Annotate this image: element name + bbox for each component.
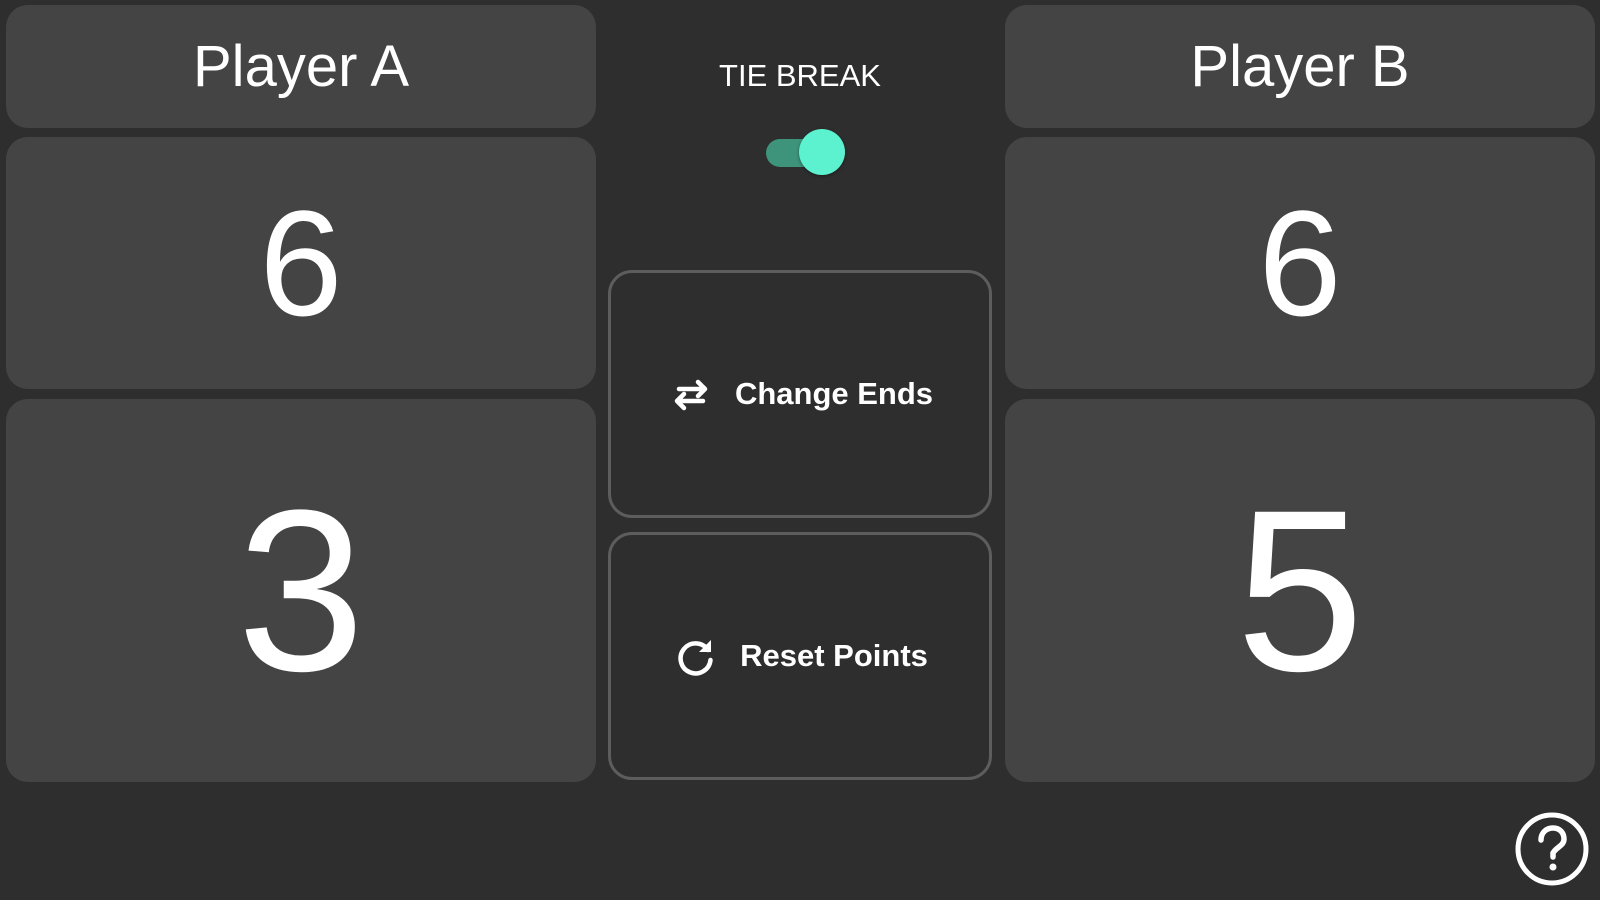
player-a-points-button[interactable]: 3 — [6, 399, 596, 782]
player-a-games: 6 — [259, 178, 343, 347]
help-icon — [1515, 812, 1589, 886]
change-ends-label: Change Ends — [734, 376, 934, 411]
tie-break-toggle[interactable] — [764, 128, 846, 176]
tie-break-label: TIE BREAK — [719, 58, 881, 93]
player-a-name-button[interactable]: Player A — [6, 5, 596, 128]
player-a-points: 3 — [237, 462, 365, 719]
swap-arrows-icon — [667, 370, 715, 418]
player-b-points-button[interactable]: 5 — [1005, 399, 1595, 782]
player-b-games: 6 — [1258, 178, 1342, 347]
player-b-games-button[interactable]: 6 — [1005, 137, 1595, 389]
scoreboard-app: Player A 6 3 TIE BREAK Change Ends Reset… — [0, 0, 1600, 900]
change-ends-button[interactable]: Change Ends — [608, 270, 992, 518]
player-a-games-button[interactable]: 6 — [6, 137, 596, 389]
reset-points-button[interactable]: Reset Points — [608, 532, 992, 780]
player-b-name: Player B — [1190, 34, 1410, 99]
toggle-thumb — [799, 129, 845, 175]
player-a-name: Player A — [193, 34, 409, 99]
refresh-icon — [672, 632, 720, 680]
player-b-name-button[interactable]: Player B — [1005, 5, 1595, 128]
help-button[interactable] — [1514, 811, 1590, 887]
player-b-points: 5 — [1236, 462, 1364, 719]
reset-points-label: Reset Points — [740, 638, 928, 673]
